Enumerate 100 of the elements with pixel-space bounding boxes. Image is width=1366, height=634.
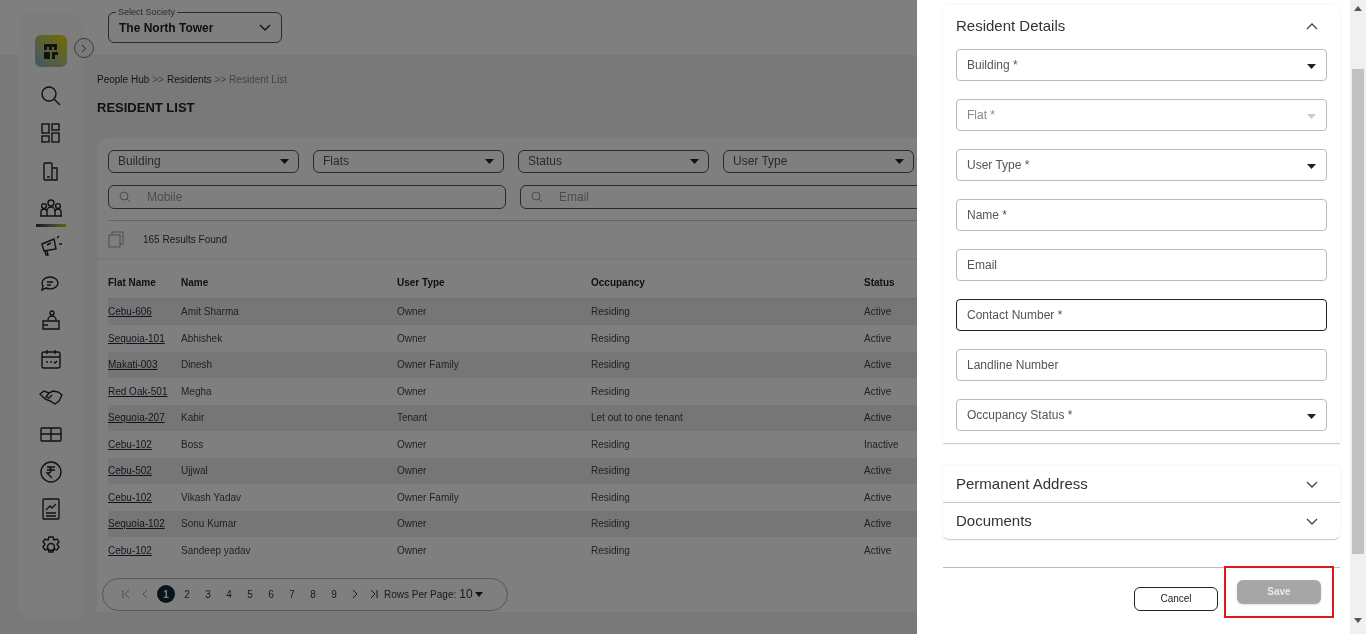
results-count: 165 Results Found: [143, 232, 227, 247]
flat-link[interactable]: Cebu-102: [108, 491, 152, 503]
megaphone-icon[interactable]: [39, 234, 63, 259]
table-cell: Owner: [397, 465, 427, 477]
table-cell: Active: [864, 359, 892, 371]
breadcrumb-link[interactable]: People Hub: [97, 71, 150, 87]
filter-dropdown[interactable]: Flats: [313, 149, 504, 173]
flat-link[interactable]: Cebu-102: [108, 438, 152, 450]
rows-per-page-label: Rows Per Page:: [384, 587, 457, 602]
page-button[interactable]: 6: [262, 585, 280, 603]
input-field[interactable]: Landline Number: [956, 349, 1327, 381]
page-button[interactable]: 5: [241, 585, 259, 603]
society-select-value: The North Tower: [119, 19, 214, 37]
table-cell: Residing: [591, 385, 630, 397]
table-cell: Active: [864, 491, 892, 503]
caret-down-icon: [1307, 414, 1316, 419]
table-cell: Active: [864, 544, 892, 556]
accordion-header[interactable]: Permanent Address: [956, 466, 1327, 502]
table-cell: Residing: [591, 306, 630, 318]
select-field[interactable]: Occupancy Status *: [956, 399, 1327, 431]
select-field: Flat *: [956, 99, 1327, 131]
flat-link[interactable]: Cebu-606: [108, 306, 152, 318]
filter-dropdown[interactable]: User Type: [723, 149, 914, 173]
caret-down-icon: [895, 158, 904, 164]
accordion-header[interactable]: Resident Details: [956, 5, 1327, 48]
page-button[interactable]: 4: [220, 585, 238, 603]
last-page-icon[interactable]: [369, 589, 379, 599]
page-button[interactable]: 9: [325, 585, 343, 603]
input-field[interactable]: Name *: [956, 199, 1327, 231]
table-cell: Active: [864, 465, 892, 477]
caret-down-icon: [485, 158, 494, 164]
page-title: RESIDENT LIST: [97, 99, 195, 117]
page-button[interactable]: 8: [304, 585, 322, 603]
table-cell: Sonu Kumar: [181, 518, 237, 530]
chart-report-icon[interactable]: [39, 497, 63, 522]
flat-link[interactable]: Cebu-102: [108, 544, 152, 556]
cancel-button[interactable]: Cancel: [1134, 586, 1218, 611]
filter-dropdown[interactable]: Status: [518, 149, 709, 173]
search-icon: [531, 190, 543, 203]
search-icon: [119, 190, 131, 203]
caret-down-icon: [474, 591, 483, 597]
breadcrumb-link[interactable]: Residents: [166, 71, 212, 87]
grid-icon[interactable]: [39, 121, 63, 146]
flat-link[interactable]: Makati-003: [108, 359, 158, 371]
column-header: Status: [864, 277, 895, 288]
table-cell: Owner: [397, 518, 427, 530]
page-button[interactable]: 7: [283, 585, 301, 603]
table-cell: Active: [864, 385, 892, 397]
chevron-right-icon: [81, 43, 87, 53]
filter-dropdown[interactable]: Building: [108, 149, 299, 173]
search-icon[interactable]: [39, 83, 63, 108]
table-cell: Owner Family: [397, 359, 459, 371]
next-page-icon[interactable]: [351, 589, 359, 599]
scroll-bar[interactable]: [1350, 0, 1366, 634]
table-cell: Tenant: [397, 412, 428, 424]
input-field[interactable]: Email: [956, 249, 1327, 281]
table-cell: Owner: [397, 385, 427, 397]
scroll-up-icon[interactable]: [1354, 6, 1362, 11]
select-field[interactable]: Building *: [956, 49, 1327, 81]
flat-link[interactable]: Sequoia-101: [108, 332, 165, 344]
flat-link[interactable]: Sequoia-207: [108, 412, 165, 424]
table-cell: Abhishek: [181, 332, 223, 344]
flat-link[interactable]: Sequoia-102: [108, 518, 165, 530]
table-cell: Owner: [397, 438, 427, 450]
table-cell: Residing: [591, 491, 630, 503]
table-cell: Active: [864, 306, 892, 318]
table-cell: Residing: [591, 332, 630, 344]
table-cell: Owner: [397, 544, 427, 556]
caret-down-icon: [1307, 64, 1316, 69]
flat-link[interactable]: Cebu-502: [108, 465, 152, 477]
table-cell: Active: [864, 412, 892, 424]
table-cell: Residing: [591, 359, 630, 371]
society-select-label: Select Society: [116, 7, 178, 17]
page-button[interactable]: 3: [199, 585, 217, 603]
column-header: Name: [181, 277, 209, 288]
select-field[interactable]: User Type *: [956, 149, 1327, 181]
page-button[interactable]: 2: [178, 585, 196, 603]
table-cell: Owner: [397, 332, 427, 344]
table-cell: Inactive: [864, 438, 899, 450]
input-field[interactable]: Contact Number *: [956, 299, 1327, 331]
app-logo[interactable]: [35, 35, 67, 67]
scroll-down-icon[interactable]: [1354, 618, 1362, 623]
caret-down-icon: [1307, 164, 1316, 169]
table-cell: Boss: [181, 438, 204, 450]
accordion-header[interactable]: Documents: [956, 503, 1327, 539]
table-cell: Residing: [591, 465, 630, 477]
page-button[interactable]: 1: [157, 585, 175, 603]
table-cell: Owner: [397, 306, 427, 318]
column-header: Flat Name: [108, 277, 156, 288]
table-cell: Megha: [181, 385, 212, 397]
table-cell: Owner Family: [397, 491, 459, 503]
caret-down-icon: [690, 158, 699, 164]
table-cell: Active: [864, 518, 892, 530]
breadcrumb-separator: >>: [152, 72, 164, 87]
scroll-thumb[interactable]: [1352, 69, 1364, 554]
rows-per-page-select[interactable]: 10: [459, 585, 483, 603]
rupee-icon[interactable]: [39, 459, 63, 484]
table-cell: Amit Sharma: [181, 306, 239, 318]
column-header: User Type: [397, 277, 445, 288]
flat-link[interactable]: Red Oak-501: [108, 385, 168, 397]
